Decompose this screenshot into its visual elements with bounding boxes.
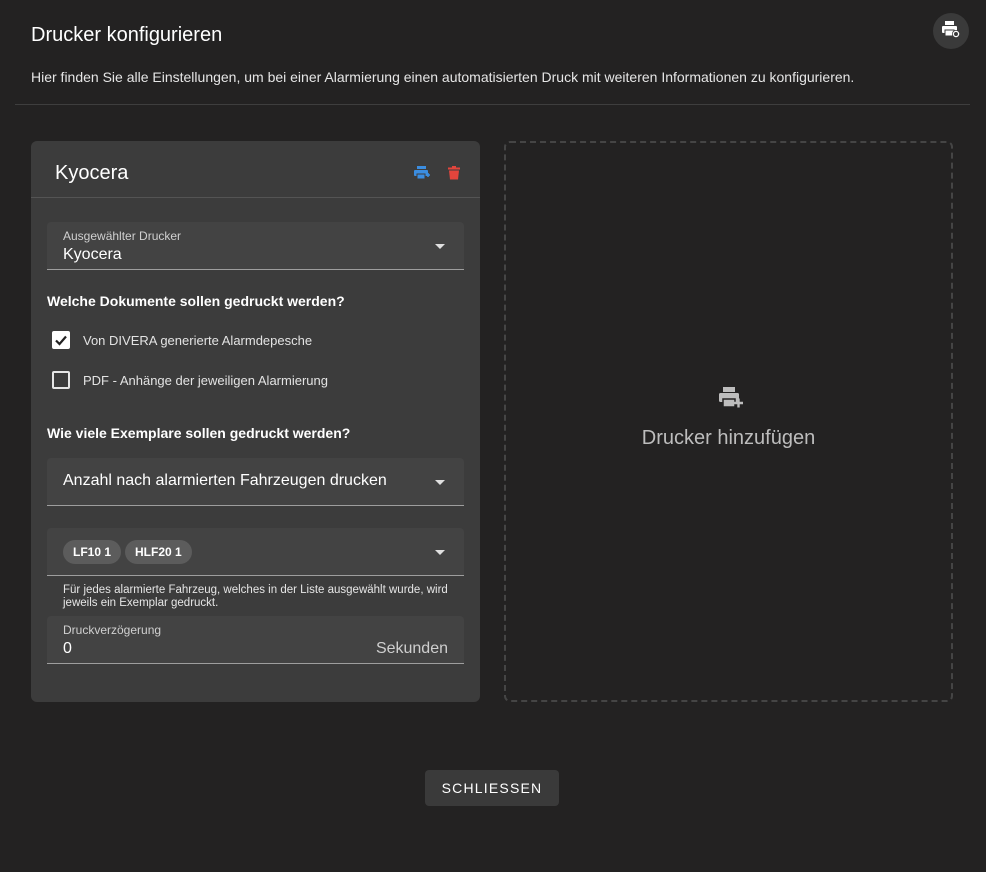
chevron-down-icon <box>435 550 445 555</box>
delay-suffix: Sekunden <box>375 640 448 657</box>
chevron-down-icon <box>435 244 445 249</box>
dialog-description: Hier finden Sie alle Einstellungen, um b… <box>31 69 855 85</box>
card-divider <box>31 197 480 198</box>
checkbox-checked[interactable] <box>52 331 70 349</box>
selected-printer-value: Kyocera <box>63 246 122 263</box>
dialog-title: Drucker konfigurieren <box>31 24 223 46</box>
vehicles-select[interactable]: LF10 1 HLF20 1 <box>47 528 464 576</box>
printer-settings-button[interactable] <box>933 13 969 49</box>
header-divider <box>15 104 970 105</box>
printer-card: Kyocera Ausgewählter Drucker Kyocera Wel… <box>31 141 480 702</box>
chevron-down-icon <box>435 480 445 485</box>
delay-input[interactable]: Druckverzögerung 0 Sekunden <box>47 616 464 664</box>
printer-settings-icon <box>941 20 961 43</box>
check-icon <box>55 335 67 346</box>
delay-value: 0 <box>63 640 72 657</box>
delete-printer-button[interactable] <box>448 166 460 185</box>
document-option-pdf-attachments[interactable]: PDF - Anhänge der jeweiligen Alarmierung <box>52 371 328 389</box>
printer-card-title: Kyocera <box>55 162 129 184</box>
vehicles-hint: Für jedes alarmierte Fahrzeug, welches i… <box>63 584 448 609</box>
add-printer-label: Drucker hinzufügen <box>641 427 816 449</box>
document-option-alarmdepesche[interactable]: Von DIVERA generierte Alarmdepesche <box>52 331 312 349</box>
documents-heading: Welche Dokumente sollen gedruckt werden? <box>47 293 345 309</box>
test-print-button[interactable] <box>414 166 430 185</box>
checkbox-unchecked[interactable] <box>52 371 70 389</box>
trash-icon <box>448 166 460 180</box>
copies-heading: Wie viele Exemplare sollen gedruckt werd… <box>47 425 351 441</box>
printer-icon <box>414 166 430 180</box>
close-button[interactable]: SCHLIESSEN <box>425 770 559 806</box>
copies-mode-select[interactable]: Anzahl nach alarmierten Fahrzeugen druck… <box>47 458 464 506</box>
document-option-label: Von DIVERA generierte Alarmdepesche <box>83 332 313 348</box>
delay-label: Druckverzögerung <box>63 623 162 637</box>
document-option-label: PDF - Anhänge der jeweiligen Alarmierung <box>83 372 328 388</box>
add-printer-tile[interactable]: Drucker hinzufügen <box>504 141 953 702</box>
vehicle-chip[interactable]: LF10 1 <box>63 540 122 564</box>
printer-add-icon <box>718 386 744 415</box>
selected-printer-select[interactable]: Ausgewählter Drucker Kyocera <box>47 222 464 270</box>
selected-printer-label: Ausgewählter Drucker <box>63 229 182 243</box>
vehicle-chip[interactable]: HLF20 1 <box>125 540 192 564</box>
copies-mode-value: Anzahl nach alarmierten Fahrzeugen druck… <box>63 472 387 489</box>
